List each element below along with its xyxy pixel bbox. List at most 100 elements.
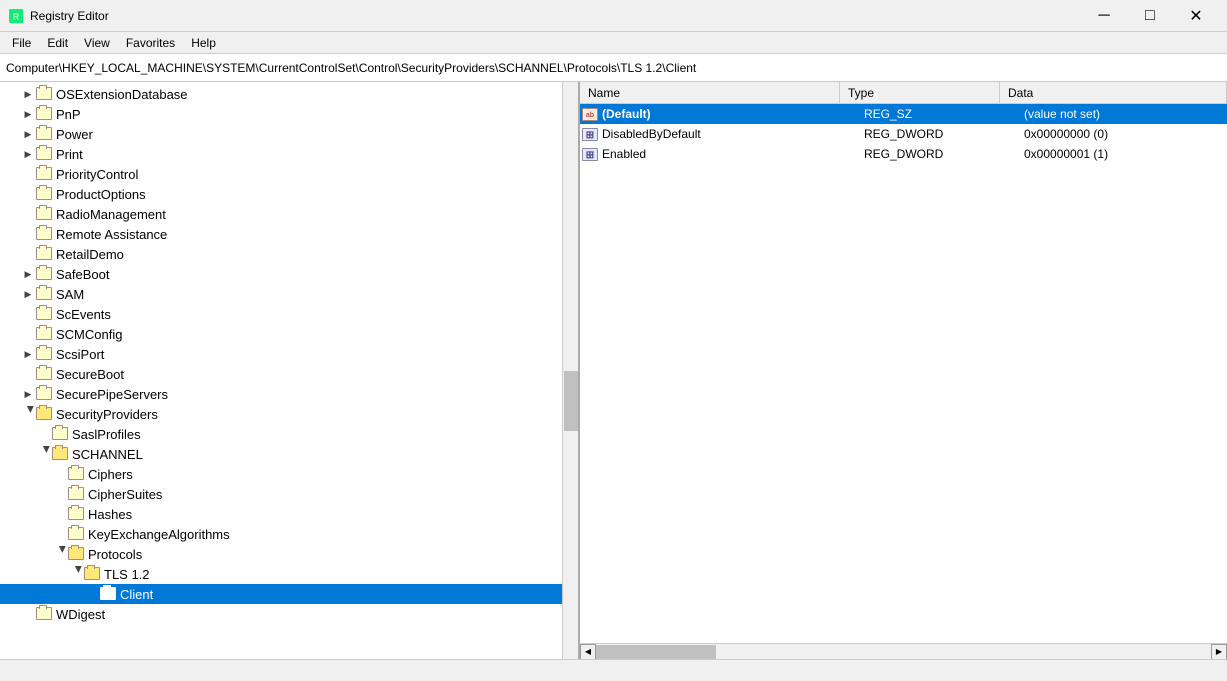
scroll-track[interactable] [596, 644, 1211, 660]
folder-closed-icon [100, 587, 116, 601]
tree-scrollbar[interactable] [562, 82, 578, 659]
expand-icon: ▶ [52, 546, 68, 562]
tree-item-protocols[interactable]: ▶ Protocols [0, 544, 578, 564]
folder-open-icon [68, 547, 84, 561]
tree-item-radiomanagement[interactable]: ▶ RadioManagement [0, 204, 578, 224]
menubar: File Edit View Favorites Help [0, 32, 1227, 54]
tree-item-schannel[interactable]: ▶ SCHANNEL [0, 444, 578, 464]
folder-closed-icon [36, 147, 52, 161]
tree-item-securepipeservers[interactable]: ▶ SecurePipeServers [0, 384, 578, 404]
col-header-type: Type [840, 82, 1000, 103]
close-button[interactable]: ✕ [1173, 0, 1219, 32]
menu-help[interactable]: Help [183, 34, 224, 52]
folder-closed-icon [36, 267, 52, 281]
tree-item-saslprofiles[interactable]: ▶ SaslProfiles [0, 424, 578, 444]
address-path: Computer\HKEY_LOCAL_MACHINE\SYSTEM\Curre… [6, 61, 696, 75]
folder-closed-icon [36, 287, 52, 301]
expand-icon: ▶ [68, 566, 84, 582]
registry-content: ab (Default) REG_SZ (value not set) ⊞ Di… [580, 104, 1227, 164]
reg-data-enabled: 0x00000001 (1) [1020, 147, 1227, 161]
right-panel-header: Name Type Data [580, 82, 1227, 104]
maximize-button[interactable]: □ [1127, 0, 1173, 32]
tree-item-keyexchange[interactable]: ▶ KeyExchangeAlgorithms [0, 524, 578, 544]
addressbar: Computer\HKEY_LOCAL_MACHINE\SYSTEM\Curre… [0, 54, 1227, 82]
folder-closed-icon [52, 427, 68, 441]
menu-view[interactable]: View [76, 34, 118, 52]
reg-row-enabled[interactable]: ⊞ Enabled REG_DWORD 0x00000001 (1) [580, 144, 1227, 164]
scroll-thumb[interactable] [596, 645, 716, 659]
folder-closed-icon [36, 247, 52, 261]
tree-item-prioritycontrol[interactable]: ▶ PriorityControl [0, 164, 578, 184]
expand-icon: ▶ [20, 86, 36, 102]
tree-scrollbar-thumb[interactable] [564, 371, 578, 431]
titlebar-buttons: ─ □ ✕ [1081, 0, 1219, 32]
folder-closed-icon [36, 127, 52, 141]
reg-data-disabledbydefault: 0x00000000 (0) [1020, 127, 1227, 141]
tree-item-power[interactable]: ▶ Power [0, 124, 578, 144]
tree-item-scmconfig[interactable]: ▶ SCMConfig [0, 324, 578, 344]
tree-content: ▶ OSExtensionDatabase ▶ PnP ▶ Power ▶ Pr… [0, 82, 578, 659]
minimize-button[interactable]: ─ [1081, 0, 1127, 32]
tree-item-pnp[interactable]: ▶ PnP [0, 104, 578, 124]
dword-icon2: ⊞ [580, 148, 600, 161]
expand-icon: ▶ [36, 446, 52, 462]
tree-item-client[interactable]: ▶ Client [0, 584, 578, 604]
col-header-data: Data [1000, 82, 1227, 103]
right-panel-scrollbar[interactable]: ◀ ▶ [580, 643, 1227, 659]
tree-item-scsiport[interactable]: ▶ ScsiPort [0, 344, 578, 364]
menu-favorites[interactable]: Favorites [118, 34, 183, 52]
tree-item-securityproviders[interactable]: ▶ SecurityProviders [0, 404, 578, 424]
tree-item-remoteassistance[interactable]: ▶ Remote Assistance [0, 224, 578, 244]
folder-closed-icon [36, 387, 52, 401]
scroll-right-btn[interactable]: ▶ [1211, 644, 1227, 660]
statusbar [0, 659, 1227, 681]
folder-closed-icon [36, 107, 52, 121]
tree-item-safeboot[interactable]: ▶ SafeBoot [0, 264, 578, 284]
main-area: ▶ OSExtensionDatabase ▶ PnP ▶ Power ▶ Pr… [0, 82, 1227, 659]
tree-panel: ▶ OSExtensionDatabase ▶ PnP ▶ Power ▶ Pr… [0, 82, 580, 659]
app-icon: R [8, 8, 24, 24]
window-title: Registry Editor [30, 9, 1081, 23]
expand-icon: ▶ [20, 386, 36, 402]
expand-icon: ▶ [20, 406, 36, 422]
tree-item-hashes[interactable]: ▶ Hashes [0, 504, 578, 524]
tree-item-ciphersuites[interactable]: ▶ CipherSuites [0, 484, 578, 504]
dword-icon: ⊞ [580, 128, 600, 141]
menu-file[interactable]: File [4, 34, 39, 52]
reg-name-disabledbydefault: DisabledByDefault [600, 127, 860, 141]
tree-item-tls12[interactable]: ▶ TLS 1.2 [0, 564, 578, 584]
expand-icon: ▶ [20, 286, 36, 302]
svg-text:R: R [13, 12, 20, 22]
expand-icon: ▶ [20, 346, 36, 362]
folder-closed-icon [68, 527, 84, 541]
expand-icon: ▶ [20, 126, 36, 142]
folder-closed-icon [68, 507, 84, 521]
folder-closed-icon [36, 207, 52, 221]
menu-edit[interactable]: Edit [39, 34, 76, 52]
tree-item-retaildemo[interactable]: ▶ RetailDemo [0, 244, 578, 264]
tree-item-ciphers[interactable]: ▶ Ciphers [0, 464, 578, 484]
tree-item-print[interactable]: ▶ Print [0, 144, 578, 164]
folder-closed-icon [68, 467, 84, 481]
tree-item-productoptions[interactable]: ▶ ProductOptions [0, 184, 578, 204]
right-panel: Name Type Data ab (Default) REG_SZ (valu… [580, 82, 1227, 659]
tree-item-wdigest[interactable]: ▶ WDigest [0, 604, 578, 624]
folder-closed-icon [36, 87, 52, 101]
reg-type-default: REG_SZ [860, 107, 1020, 121]
folder-closed-icon [36, 607, 52, 621]
reg-type-disabledbydefault: REG_DWORD [860, 127, 1020, 141]
folder-closed-icon [36, 167, 52, 181]
folder-closed-icon [36, 367, 52, 381]
scroll-left-btn[interactable]: ◀ [580, 644, 596, 660]
folder-closed-icon [36, 327, 52, 341]
tree-item-sam[interactable]: ▶ SAM [0, 284, 578, 304]
folder-closed-icon [36, 227, 52, 241]
folder-closed-icon [36, 347, 52, 361]
expand-icon: ▶ [20, 266, 36, 282]
tree-item-scevents[interactable]: ▶ ScEvents [0, 304, 578, 324]
reg-row-disabledbydefault[interactable]: ⊞ DisabledByDefault REG_DWORD 0x00000000… [580, 124, 1227, 144]
tree-item-osextension[interactable]: ▶ OSExtensionDatabase [0, 84, 578, 104]
folder-open-icon [84, 567, 100, 581]
reg-row-default[interactable]: ab (Default) REG_SZ (value not set) [580, 104, 1227, 124]
tree-item-secureboot[interactable]: ▶ SecureBoot [0, 364, 578, 384]
